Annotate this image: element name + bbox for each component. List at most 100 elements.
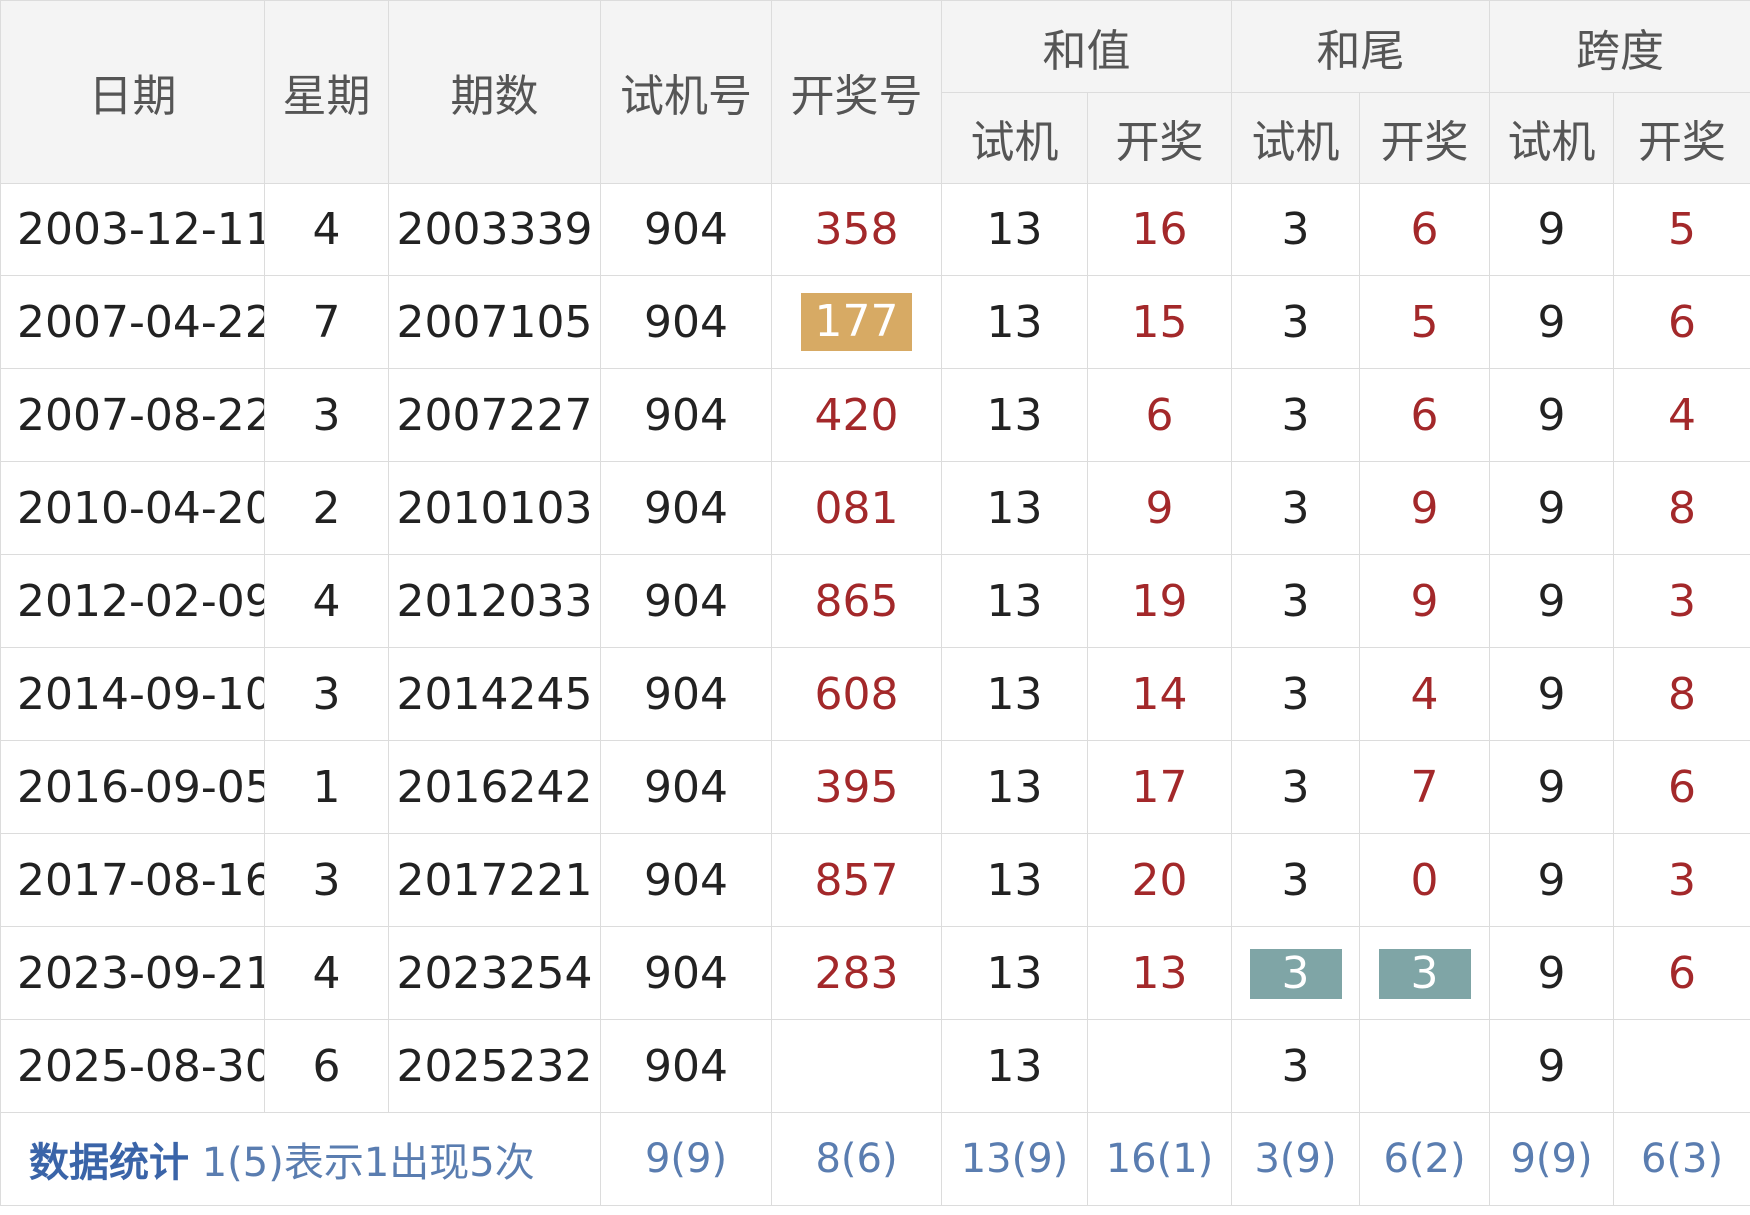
table-row: 2014-09-10 3 2014245 904 608 13 14 3 4 9…: [0, 647, 1750, 741]
draw-number-cell: 395: [771, 740, 942, 834]
weekday-cell: 1: [264, 740, 389, 834]
stats-span-test: 9(9): [1489, 1112, 1614, 1206]
tail-draw-cell: 9: [1359, 554, 1490, 648]
table-row: 2016-09-05 1 2016242 904 395 13 17 3 7 9…: [0, 740, 1750, 834]
issue-cell: 2014245: [388, 647, 601, 741]
tail-draw-cell: [1359, 1019, 1490, 1113]
span-draw-cell: 5: [1613, 183, 1750, 276]
tail-test-cell: 3: [1231, 926, 1360, 1020]
tail-draw-cell: 7: [1359, 740, 1490, 834]
stats-span-draw: 6(3): [1613, 1112, 1750, 1206]
test-number-cell: 904: [600, 183, 772, 276]
tail-draw-cell: 6: [1359, 183, 1490, 276]
date-cell: 2023-09-21: [0, 926, 265, 1020]
sum-test-cell: 13: [941, 926, 1088, 1020]
tail-draw-cell: 5: [1359, 275, 1490, 369]
span-test-cell: 9: [1489, 554, 1614, 648]
issue-cell: 2007105: [388, 275, 601, 369]
sum-draw-cell: 17: [1087, 740, 1232, 834]
sum-test-cell: 13: [941, 554, 1088, 648]
stats-footer: 数据统计 1(5)表示1出现5次 9(9) 8(6) 13(9) 16(1) 3…: [0, 1112, 1750, 1206]
sum-test-cell: 13: [941, 275, 1088, 369]
table-row: 2007-04-22 7 2007105 904 177 13 15 3 5 9…: [0, 275, 1750, 369]
span-draw-cell: 6: [1613, 740, 1750, 834]
table-row: 2003-12-11 4 2003339 904 358 13 16 3 6 9…: [0, 183, 1750, 276]
issue-cell: 2016242: [388, 740, 601, 834]
test-number-cell: 904: [600, 740, 772, 834]
table-row: 2007-08-22 3 2007227 904 420 13 6 3 6 9 …: [0, 368, 1750, 462]
tail-test-cell: 3: [1231, 740, 1360, 834]
table-row: 2017-08-16 3 2017221 904 857 13 20 3 0 9…: [0, 833, 1750, 927]
sum-test-cell: 13: [941, 647, 1088, 741]
draw-number-highlight: 177: [800, 293, 913, 351]
weekday-cell: 7: [264, 275, 389, 369]
date-cell: 2007-08-22: [0, 368, 265, 462]
draw-number-cell: 608: [771, 647, 942, 741]
tail-draw-cell: 0: [1359, 833, 1490, 927]
span-test-cell: 9: [1489, 461, 1614, 555]
header-weekday: 星期: [264, 0, 389, 184]
tail-draw-cell: 3: [1359, 926, 1490, 1020]
span-draw-cell: 6: [1613, 275, 1750, 369]
span-test-cell: 9: [1489, 647, 1614, 741]
stats-tail-draw: 6(2): [1359, 1112, 1490, 1206]
sum-draw-cell: 14: [1087, 647, 1232, 741]
span-test-cell: 9: [1489, 740, 1614, 834]
stats-draw-number: 8(6): [771, 1112, 942, 1206]
table-row: 2010-04-20 2 2010103 904 081 13 9 3 9 9 …: [0, 461, 1750, 555]
header-span-group: 跨度: [1489, 0, 1750, 93]
stats-title: 数据统计: [29, 1140, 189, 1186]
draw-number-cell: 358: [771, 183, 942, 276]
table-row: 2012-02-09 4 2012033 904 865 13 19 3 9 9…: [0, 554, 1750, 648]
weekday-cell: 4: [264, 926, 389, 1020]
sum-draw-cell: 9: [1087, 461, 1232, 555]
tail-draw-cell: 6: [1359, 368, 1490, 462]
sum-draw-cell: [1087, 1019, 1232, 1113]
header-tail-group: 和尾: [1231, 0, 1490, 93]
tail-test-cell: 3: [1231, 647, 1360, 741]
header-sum-test: 试机: [941, 92, 1088, 184]
draw-number-cell: 177: [771, 275, 942, 369]
date-cell: 2012-02-09: [0, 554, 265, 648]
span-test-cell: 9: [1489, 926, 1614, 1020]
header-draw-number: 开奖号: [771, 0, 942, 184]
weekday-cell: 3: [264, 647, 389, 741]
issue-cell: 2025232: [388, 1019, 601, 1113]
tail-test-cell: 3: [1231, 368, 1360, 462]
tail-draw-cell: 9: [1359, 461, 1490, 555]
issue-cell: 2012033: [388, 554, 601, 648]
sum-draw-cell: 16: [1087, 183, 1232, 276]
span-draw-cell: [1613, 1019, 1750, 1113]
weekday-cell: 2: [264, 461, 389, 555]
stats-sum-test: 13(9): [941, 1112, 1088, 1206]
weekday-cell: 4: [264, 183, 389, 276]
header-issue: 期数: [388, 0, 601, 184]
header-sum-group: 和值: [941, 0, 1232, 93]
header-sum-draw: 开奖: [1087, 92, 1232, 184]
lottery-results-table: 日期 星期 期数 试机号 开奖号 和值 和尾 跨度 试机 开奖 试机 开奖 试机…: [0, 0, 1750, 1206]
test-number-cell: 904: [600, 554, 772, 648]
header-span-test: 试机: [1489, 92, 1614, 184]
sum-test-cell: 13: [941, 183, 1088, 276]
span-test-cell: 9: [1489, 368, 1614, 462]
span-draw-cell: 3: [1613, 554, 1750, 648]
draw-number-cell: 865: [771, 554, 942, 648]
span-draw-cell: 6: [1613, 926, 1750, 1020]
date-cell: 2016-09-05: [0, 740, 265, 834]
table-row: 2023-09-21 4 2023254 904 283 13 13 3 3 9…: [0, 926, 1750, 1020]
header-span-draw: 开奖: [1613, 92, 1750, 184]
sum-test-cell: 13: [941, 740, 1088, 834]
tail-test-cell: 3: [1231, 554, 1360, 648]
date-cell: 2014-09-10: [0, 647, 265, 741]
test-number-cell: 904: [600, 833, 772, 927]
sum-test-cell: 13: [941, 1019, 1088, 1113]
tail-draw-highlight: 3: [1378, 948, 1471, 999]
sum-draw-cell: 15: [1087, 275, 1232, 369]
sum-draw-cell: 20: [1087, 833, 1232, 927]
span-test-cell: 9: [1489, 1019, 1614, 1113]
sum-draw-cell: 19: [1087, 554, 1232, 648]
test-number-cell: 904: [600, 368, 772, 462]
stats-label-cell: 数据统计 1(5)表示1出现5次: [0, 1112, 601, 1206]
table-body: 2003-12-11 4 2003339 904 358 13 16 3 6 9…: [0, 183, 1750, 1113]
draw-number-cell: 420: [771, 368, 942, 462]
